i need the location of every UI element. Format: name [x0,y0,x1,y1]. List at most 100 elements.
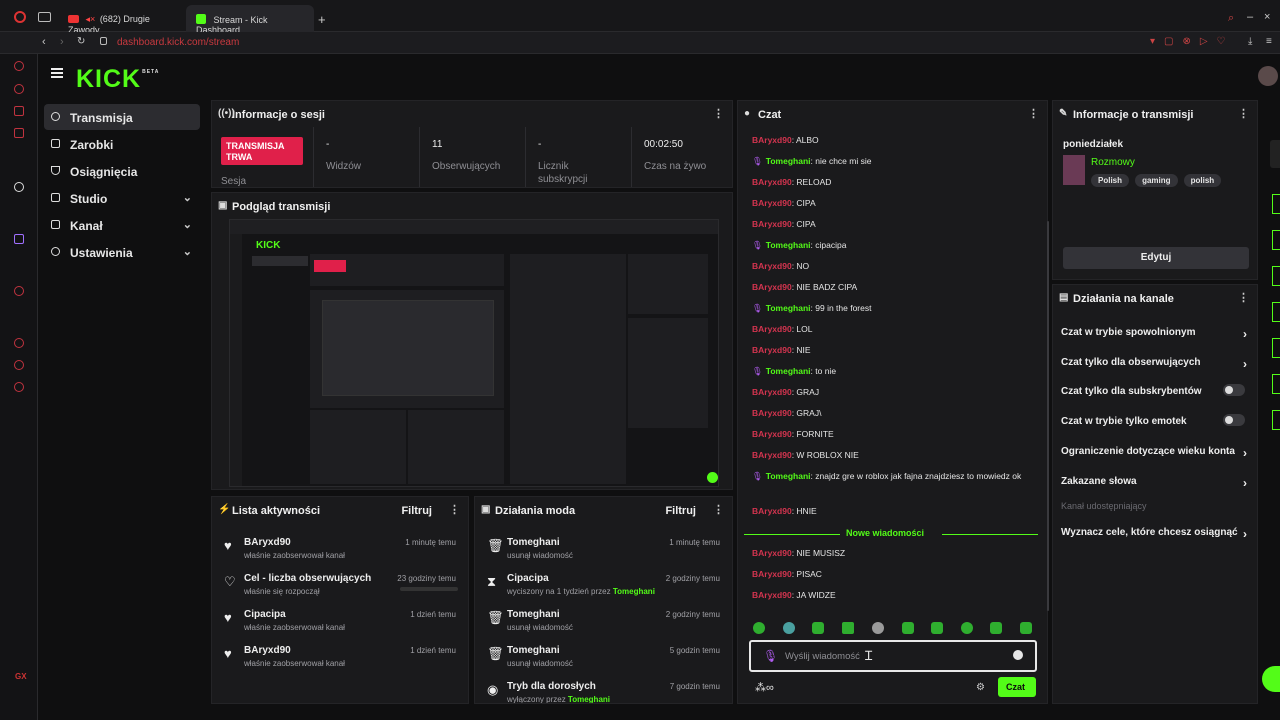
chat-message[interactable]: BAryxd90: NIE BADZ CIPA [752,282,1032,293]
chat-username[interactable]: BAryxd90 [752,590,792,600]
chat-username[interactable]: BAryxd90 [752,177,792,187]
chat-username[interactable]: Tomeghani [766,303,811,313]
emoji-icon[interactable] [1013,650,1023,660]
channel-action-account-age[interactable]: Ograniczenie dotyczące wieku konta › [1061,446,1249,470]
mod-action-item[interactable]: ⧗ Cipacipa wyciszony na 1 tydzień przez To… [475,571,732,607]
chat-username[interactable]: BAryxd90 [752,261,792,271]
activity-item[interactable]: ♥ Cipacipa właśnie zaobserwował kanał 1 dzi… [212,607,468,643]
chat-username[interactable]: BAryxd90 [752,548,792,558]
mod-action-item[interactable]: 🗑 Tomeghani usunął wiadomość 5 godzin temu [475,643,732,679]
sidebar-item-studio[interactable]: Studio ⌄ [44,185,200,211]
chat-message[interactable]: BAryxd90: CIPA [752,198,1032,209]
side-widget[interactable] [1272,338,1280,358]
sidebar-app-icon[interactable] [14,182,24,192]
sidebar-app-icon[interactable] [14,286,24,296]
tag[interactable]: gaming [1135,174,1178,187]
chat-message[interactable]: BAryxd90: JA WIDZE [752,590,1032,601]
kick-logo[interactable]: KICKBETA [76,65,159,94]
chat-message[interactable]: BAryxd90: GRAJ [752,387,1032,398]
chat-username[interactable]: BAryxd90 [752,135,792,145]
chat-message[interactable]: BAryxd90: NIE [752,345,1032,356]
chat-message[interactable]: BAryxd90: W ROBLOX NIE [752,450,1032,461]
emote-only-toggle[interactable] [1223,414,1245,426]
sidebar-app-icon[interactable] [14,128,24,138]
chat-username[interactable]: BAryxd90 [752,450,792,460]
side-widget[interactable] [1272,410,1280,430]
chat-username[interactable]: Tomeghani [766,471,811,481]
channel-action-banned-words[interactable]: Zakazane słowa › [1061,476,1249,500]
emote-icon[interactable] [902,622,914,634]
chat-message[interactable]: 🎙 Tomeghani: znajdz gre w roblox jak fajn… [752,471,1032,482]
chat-message[interactable]: BAryxd90: ALBO [752,135,1032,146]
channel-action-goals[interactable]: Wyznacz cele, które chcesz osiągnąć › [1061,527,1249,551]
reload-icon[interactable]: ↻ [77,36,85,47]
chat-message[interactable]: 🎙 Tomeghani: to nie [752,366,1032,377]
chat-username[interactable]: BAryxd90 [752,408,792,418]
more-options-icon[interactable]: ⋮ [1238,291,1249,304]
chat-message[interactable]: BAryxd90: NIE MUSISZ [752,548,1032,559]
tab-youtube[interactable]: ◂× (682) Drugie Zawody [58,5,184,35]
tag[interactable]: polish [1183,174,1222,187]
chat-message[interactable]: BAryxd90: HNIE [752,506,1032,517]
emote-icon[interactable] [842,622,854,634]
chat-username[interactable]: Tomeghani [766,240,811,250]
settings-icon[interactable] [14,382,24,392]
sidebar-eye-icon[interactable] [14,61,24,71]
activity-item[interactable]: ♥ BAryxd90 właśnie zaobserwował kanał 1 dzi… [212,643,468,679]
emote-icon[interactable] [783,622,795,634]
side-widget[interactable] [1272,302,1280,322]
chat-message[interactable]: BAryxd90: LOL [752,324,1032,335]
forward-icon[interactable]: › [60,36,64,48]
chat-message[interactable]: BAryxd90: PISAC [752,569,1032,580]
side-widget[interactable] [1272,266,1280,286]
chat-message[interactable]: 🎙 Tomeghani: cipacipa [752,240,1032,251]
emote-icon[interactable] [812,622,824,634]
edit-button[interactable]: Edytuj [1063,247,1249,269]
filter-button[interactable]: Filtruj [401,505,432,517]
chat-username[interactable]: BAryxd90 [752,345,792,355]
close-window-icon[interactable]: × [1264,11,1270,23]
avatar[interactable] [1258,66,1278,86]
opera-logo-icon[interactable] [14,11,26,23]
subscribers-only-toggle[interactable] [1223,384,1245,396]
activity-item[interactable]: ♥ BAryxd90 właśnie zaobserwował kanał 1 min… [212,535,468,571]
history-icon[interactable] [14,338,24,348]
url-text[interactable]: dashboard.kick.com/stream [117,37,239,48]
activity-item[interactable]: ♡ Cel - liczba obserwujących właśnie się r… [212,571,468,607]
chat-message[interactable]: BAryxd90: FORNITE [752,429,1032,440]
menu-icon[interactable]: ≡ [1266,36,1272,47]
chat-message[interactable]: 🎙 Tomeghani: nie chce mi sie [752,156,1032,167]
chat-username[interactable]: BAryxd90 [752,387,792,397]
chat-settings-icon[interactable]: ⚙ [976,682,985,693]
chat-username[interactable]: BAryxd90 [752,429,792,439]
chat-username[interactable]: BAryxd90 [752,506,792,516]
back-icon[interactable]: ‹ [42,36,46,48]
chat-username[interactable]: Tomeghani [766,366,811,376]
more-options-icon[interactable]: ⋮ [1238,107,1249,120]
filter-button[interactable]: Filtruj [665,505,696,517]
more-options-icon[interactable]: ⋮ [713,503,724,516]
chat-username[interactable]: Tomeghani [766,156,811,166]
channel-action-subscribers-only[interactable]: Czat tylko dla subskrybentów [1061,384,1249,410]
chat-message[interactable]: BAryxd90: CIPA [752,219,1032,230]
channel-action-followers-only[interactable]: Czat tylko dla obserwujących › [1061,357,1249,381]
video-preview[interactable]: KICK [229,219,719,487]
sidebar-app-icon[interactable] [14,360,24,370]
new-tab-button[interactable]: + [318,12,326,27]
minimize-icon[interactable]: – [1247,11,1253,23]
browser-extension-icons[interactable]: ▾▢⊗▷♡ [1150,36,1235,47]
emote-icon[interactable] [990,622,1002,634]
emote-icon[interactable] [753,622,765,634]
more-options-icon[interactable]: ⋮ [449,503,460,516]
mod-action-item[interactable]: 🗑 Tomeghani usunął wiadomość 1 minutę temu [475,535,732,571]
sidebar-app-icon[interactable] [14,106,24,116]
emote-icon[interactable] [872,622,884,634]
side-widget[interactable] [1272,194,1280,214]
mod-action-item[interactable]: ◉ Tryb dla dorosłych wyłączony przez Tomeg… [475,679,732,703]
side-widget[interactable] [1272,230,1280,250]
channel-action-emote-only[interactable]: Czat w trybie tylko emotek [1061,414,1249,440]
community-icon[interactable]: ⁂∞ [755,681,774,694]
category-link[interactable]: Rozmowy [1091,157,1135,168]
sidebar-item-kanal[interactable]: Kanał ⌄ [44,212,200,238]
collapse-tab[interactable] [1270,140,1280,168]
